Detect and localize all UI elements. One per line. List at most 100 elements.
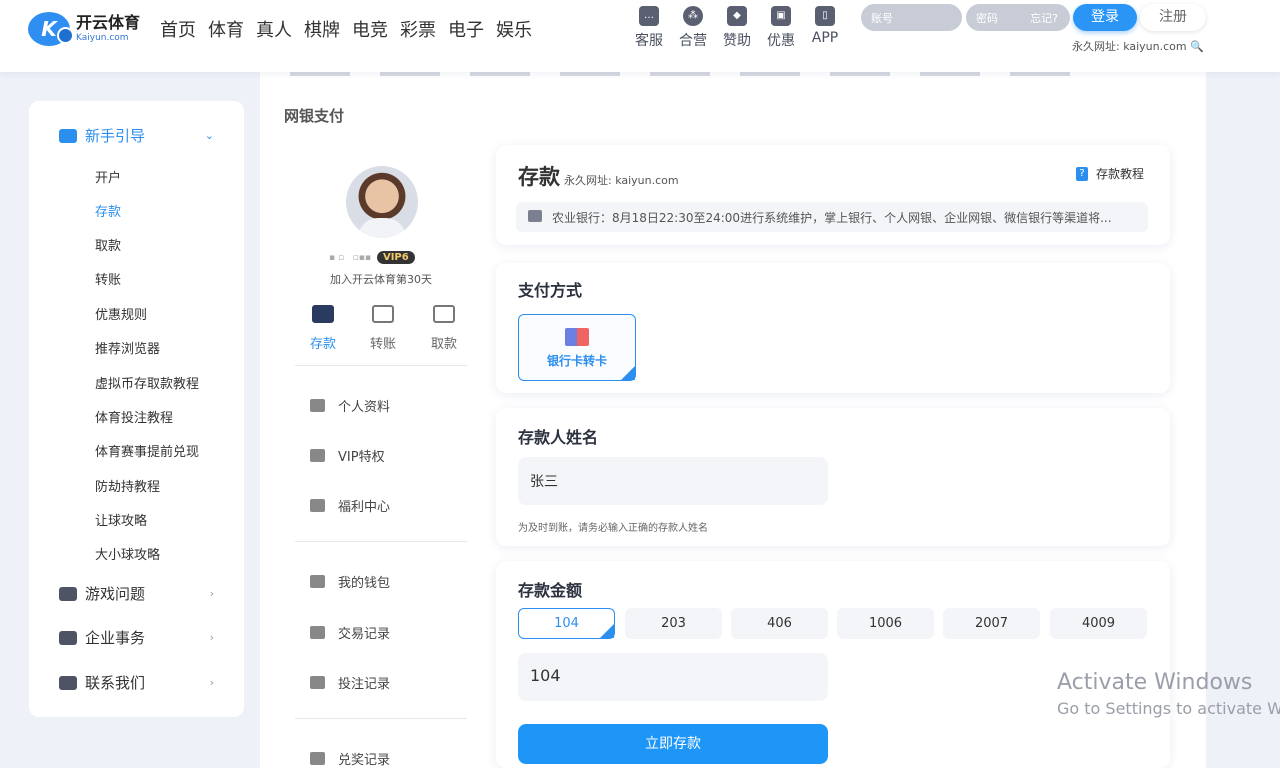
sidebar-item-browser[interactable]: 推荐浏览器 xyxy=(95,338,160,357)
sidebar-item-anti-hijack[interactable]: 防劫持教程 xyxy=(95,476,160,495)
nav-esports[interactable]: 电竞 xyxy=(352,16,388,42)
section-game-issues[interactable]: 游戏问题 xyxy=(59,583,145,604)
header-tools: … 客服 ⁂ 合营 ◆ 赞助 ▣ 优惠 ▯ APP xyxy=(630,6,844,50)
section-game-issues-label: 游戏问题 xyxy=(85,585,146,603)
depositor-name-card: 存款人姓名 张三 为及时到账，请务必输入正确的存款人姓名 xyxy=(496,408,1170,546)
tool-app[interactable]: ▯ APP xyxy=(806,6,844,50)
vip-diamond-icon xyxy=(310,449,325,462)
menu-bets[interactable]: 投注记录 xyxy=(310,673,390,692)
permanent-url-text: 永久网址: kaiyun.com xyxy=(1072,40,1187,53)
amount-option-1006[interactable]: 1006 xyxy=(837,608,934,639)
speaker-icon xyxy=(528,210,542,222)
menu-transactions-label: 交易记录 xyxy=(338,627,391,642)
tutorial-link[interactable]: ? 存款教程 xyxy=(1076,165,1144,182)
quick-transfer-label: 转账 xyxy=(369,337,396,352)
chat-icon: … xyxy=(639,6,659,26)
bank-card-icon xyxy=(565,328,589,346)
amount-option-104[interactable]: 104 xyxy=(518,608,615,639)
depositor-name-input[interactable]: 张三 xyxy=(518,457,828,505)
menu-welfare[interactable]: 福利中心 xyxy=(310,496,390,515)
password-placeholder: 密码 xyxy=(976,12,998,25)
card-icon xyxy=(433,305,455,323)
divider xyxy=(295,365,467,366)
menu-redemption[interactable]: 兑奖记录 xyxy=(310,749,390,768)
deposit-now-button[interactable]: 立即存款 xyxy=(518,724,828,764)
sidebar-item-withdraw[interactable]: 取款 xyxy=(95,235,121,254)
chevron-right-icon[interactable]: › xyxy=(210,631,214,644)
amount-option-203[interactable]: 203 xyxy=(625,608,722,639)
quick-withdraw[interactable]: 取款 xyxy=(419,305,469,352)
amount-option-406[interactable]: 406 xyxy=(731,608,828,639)
vip-badge: VIP6 xyxy=(376,251,415,264)
amount-option-4009[interactable]: 4009 xyxy=(1050,608,1147,639)
tool-support[interactable]: … 客服 xyxy=(630,6,668,50)
chevron-right-icon[interactable]: › xyxy=(210,587,214,600)
sidebar-item-open-account[interactable]: 开户 xyxy=(95,167,121,186)
section-business-label: 企业事务 xyxy=(85,629,146,647)
sidebar-item-deposit[interactable]: 存款 xyxy=(95,201,121,220)
quick-deposit[interactable]: 存款 xyxy=(298,305,348,352)
avatar[interactable] xyxy=(346,166,418,238)
people-icon: ⁂ xyxy=(683,6,703,26)
permanent-url: 永久网址: kaiyun.com 🔍 xyxy=(1072,38,1204,54)
sidebar-item-sports-betting[interactable]: 体育投注教程 xyxy=(95,407,173,426)
chevron-right-icon[interactable]: › xyxy=(210,676,214,689)
menu-wallet[interactable]: 我的钱包 xyxy=(310,572,390,591)
piggy-bank-icon xyxy=(310,575,325,588)
help-icon: ? xyxy=(1076,166,1088,181)
search-icon[interactable]: 🔍 xyxy=(1190,40,1204,53)
nav-sports[interactable]: 体育 xyxy=(208,16,244,42)
menu-transactions[interactable]: 交易记录 xyxy=(310,623,390,642)
menu-redemption-label: 兑奖记录 xyxy=(338,753,391,768)
bank-transfer-option[interactable]: 银行卡转卡 xyxy=(518,314,636,381)
chevron-down-icon[interactable]: ⌄ xyxy=(205,129,214,142)
page-title: 网银支付 xyxy=(284,107,345,125)
amount-option-label: 104 xyxy=(554,616,579,631)
selected-corner-icon xyxy=(621,366,635,380)
deposit-amount-input[interactable]: 104 xyxy=(518,653,828,701)
scrolled-content-strip xyxy=(290,72,1090,76)
section-beginner-guide[interactable]: 新手引导 xyxy=(59,125,145,146)
sidebar-item-promo-rules[interactable]: 优惠规则 xyxy=(95,304,147,323)
amount-option-2007[interactable]: 2007 xyxy=(943,608,1040,639)
kaiyun-logo[interactable]: K 开云体育 Kaiyun.com xyxy=(28,12,140,46)
sidebar-item-crypto[interactable]: 虚拟币存取款教程 xyxy=(95,373,199,392)
tool-sponsor[interactable]: ◆ 赞助 xyxy=(718,6,756,50)
nav-cards[interactable]: 棋牌 xyxy=(304,16,340,42)
nav-live[interactable]: 真人 xyxy=(256,16,292,42)
building-icon xyxy=(59,630,77,645)
sidebar-item-handicap[interactable]: 让球攻略 xyxy=(95,510,147,529)
menu-vip-label: VIP特权 xyxy=(338,450,385,465)
nav-entertainment[interactable]: 娱乐 xyxy=(496,16,532,42)
sidebar-item-cashout[interactable]: 体育赛事提前兑现 xyxy=(95,441,199,460)
section-business[interactable]: 企业事务 xyxy=(59,627,145,648)
nav-slots[interactable]: 电子 xyxy=(448,16,484,42)
login-button[interactable]: 登录 xyxy=(1073,4,1137,31)
payment-method-title: 支付方式 xyxy=(518,281,583,300)
gift-icon: ▣ xyxy=(771,6,791,26)
password-input[interactable]: 密码 忘记? xyxy=(966,4,1070,31)
section-contact[interactable]: 联系我们 xyxy=(59,672,145,693)
account-input[interactable]: 账号 xyxy=(861,4,962,31)
sidebar-item-transfer[interactable]: 转账 xyxy=(95,269,121,288)
register-button[interactable]: 注册 xyxy=(1140,4,1206,31)
message-icon xyxy=(59,675,77,690)
nav-lottery[interactable]: 彩票 xyxy=(400,16,436,42)
menu-vip[interactable]: VIP特权 xyxy=(310,446,385,465)
forgot-password-link[interactable]: 忘记? xyxy=(1030,10,1058,26)
nav-home[interactable]: 首页 xyxy=(160,16,196,42)
menu-wallet-label: 我的钱包 xyxy=(338,576,391,591)
menu-profile[interactable]: 个人资料 xyxy=(310,396,390,415)
quick-transfer[interactable]: 转账 xyxy=(358,305,408,352)
sidebar-item-over-under[interactable]: 大小球攻略 xyxy=(95,544,160,563)
tool-partner-label: 合营 xyxy=(679,33,707,49)
tool-partner[interactable]: ⁂ 合营 xyxy=(674,6,712,50)
section-contact-label: 联系我们 xyxy=(85,674,146,692)
deposit-header-card: 存款 永久网址: kaiyun.com ? 存款教程 农业银行：8月18日22:… xyxy=(496,145,1170,245)
tutorial-link-label: 存款教程 xyxy=(1096,167,1145,181)
gift-box-icon xyxy=(310,499,325,512)
id-card-icon xyxy=(310,399,325,412)
tool-promo[interactable]: ▣ 优惠 xyxy=(762,6,800,50)
quick-deposit-label: 存款 xyxy=(309,337,336,352)
logo-mark-icon: K xyxy=(28,12,74,46)
